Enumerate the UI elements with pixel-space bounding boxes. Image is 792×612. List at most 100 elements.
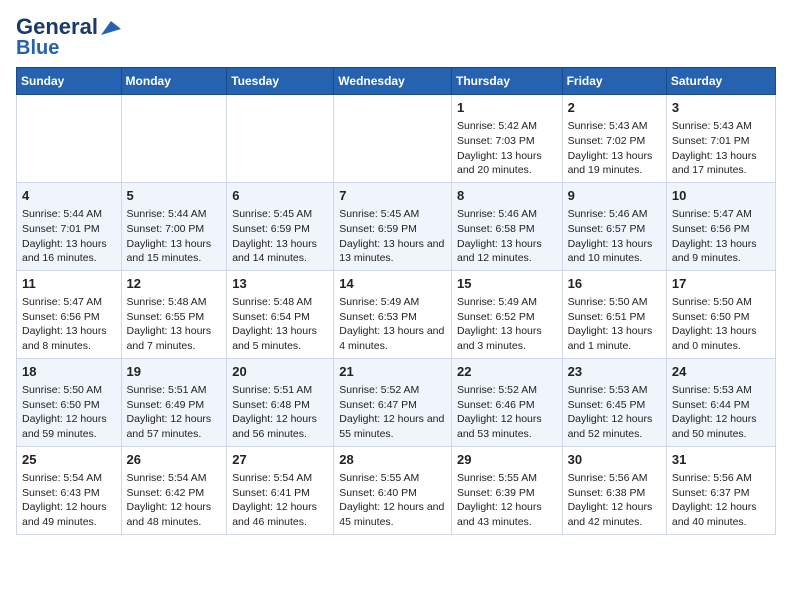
- calendar-cell: 3 Sunrise: 5:43 AM Sunset: 7:01 PM Daylig…: [666, 95, 775, 183]
- calendar-header: SundayMondayTuesdayWednesdayThursdayFrid…: [17, 68, 776, 95]
- day-info: Sunrise: 5:49 AM Sunset: 6:52 PM Dayligh…: [457, 296, 542, 352]
- day-info: Sunrise: 5:50 AM Sunset: 6:50 PM Dayligh…: [22, 384, 107, 440]
- calendar-cell: [17, 95, 122, 183]
- day-info: Sunrise: 5:55 AM Sunset: 6:39 PM Dayligh…: [457, 472, 542, 528]
- day-info: Sunrise: 5:54 AM Sunset: 6:42 PM Dayligh…: [127, 472, 212, 528]
- calendar-cell: 5Sunrise: 5:44 AM Sunset: 7:00 PM Daylig…: [121, 182, 227, 270]
- day-info: Sunrise: 5:48 AM Sunset: 6:55 PM Dayligh…: [127, 296, 212, 352]
- day-number: 29: [457, 451, 557, 469]
- calendar-cell: 20Sunrise: 5:51 AM Sunset: 6:48 PM Dayli…: [227, 358, 334, 446]
- week-row-3: 11 Sunrise: 5:47 AM Sunset: 6:56 PM Dayli…: [17, 270, 776, 358]
- calendar-cell: [227, 95, 334, 183]
- day-number: 21: [339, 363, 446, 381]
- calendar-cell: 2Sunrise: 5:43 AM Sunset: 7:02 PM Daylig…: [562, 95, 666, 183]
- weekday-header-wednesday: Wednesday: [334, 68, 452, 95]
- day-info: Sunrise: 5:48 AM Sunset: 6:54 PM Dayligh…: [232, 296, 317, 352]
- day-number: 31: [672, 451, 770, 469]
- calendar-cell: [121, 95, 227, 183]
- day-info: Sunrise: 5:43 AM Sunset: 7:01 PM Dayligh…: [672, 120, 757, 176]
- day-info: Sunrise: 5:54 AM Sunset: 6:41 PM Dayligh…: [232, 472, 317, 528]
- calendar-cell: 21 Sunrise: 5:52 AM Sunset: 6:47 PM Dayli…: [334, 358, 452, 446]
- calendar-cell: 19Sunrise: 5:51 AM Sunset: 6:49 PM Dayli…: [121, 358, 227, 446]
- day-info: Sunrise: 5:53 AM Sunset: 6:45 PM Dayligh…: [568, 384, 653, 440]
- day-info: Sunrise: 5:44 AM Sunset: 7:00 PM Dayligh…: [127, 208, 212, 264]
- day-info: Sunrise: 5:56 AM Sunset: 6:38 PM Dayligh…: [568, 472, 653, 528]
- calendar-table: SundayMondayTuesdayWednesdayThursdayFrid…: [16, 67, 776, 535]
- calendar-cell: 10 Sunrise: 5:47 AM Sunset: 6:56 PM Dayli…: [666, 182, 775, 270]
- week-row-5: 25 Sunrise: 5:54 AM Sunset: 6:43 PM Dayli…: [17, 446, 776, 534]
- day-number: 8: [457, 187, 557, 205]
- day-info: Sunrise: 5:42 AM Sunset: 7:03 PM Dayligh…: [457, 120, 542, 176]
- calendar-cell: 4Sunrise: 5:44 AM Sunset: 7:01 PM Daylig…: [17, 182, 122, 270]
- week-row-4: 18Sunrise: 5:50 AM Sunset: 6:50 PM Dayli…: [17, 358, 776, 446]
- weekday-header-thursday: Thursday: [451, 68, 562, 95]
- calendar-cell: 27 Sunrise: 5:54 AM Sunset: 6:41 PM Dayli…: [227, 446, 334, 534]
- day-info: Sunrise: 5:53 AM Sunset: 6:44 PM Dayligh…: [672, 384, 757, 440]
- day-number: 25: [22, 451, 116, 469]
- day-info: Sunrise: 5:46 AM Sunset: 6:58 PM Dayligh…: [457, 208, 542, 264]
- day-number: 26: [127, 451, 222, 469]
- calendar-cell: 14 Sunrise: 5:49 AM Sunset: 6:53 PM Dayli…: [334, 270, 452, 358]
- day-number: 1: [457, 99, 557, 117]
- day-info: Sunrise: 5:47 AM Sunset: 6:56 PM Dayligh…: [672, 208, 757, 264]
- day-number: 22: [457, 363, 557, 381]
- day-number: 12: [127, 275, 222, 293]
- day-number: 4: [22, 187, 116, 205]
- calendar-cell: 26 Sunrise: 5:54 AM Sunset: 6:42 PM Dayli…: [121, 446, 227, 534]
- calendar-cell: 16Sunrise: 5:50 AM Sunset: 6:51 PM Dayli…: [562, 270, 666, 358]
- day-number: 19: [127, 363, 222, 381]
- day-info: Sunrise: 5:52 AM Sunset: 6:47 PM Dayligh…: [339, 384, 444, 440]
- calendar-cell: 17Sunrise: 5:50 AM Sunset: 6:50 PM Dayli…: [666, 270, 775, 358]
- day-number: 3: [672, 99, 770, 117]
- calendar-cell: 13 Sunrise: 5:48 AM Sunset: 6:54 PM Dayli…: [227, 270, 334, 358]
- calendar-cell: 7Sunrise: 5:45 AM Sunset: 6:59 PM Daylig…: [334, 182, 452, 270]
- calendar-cell: 25 Sunrise: 5:54 AM Sunset: 6:43 PM Dayli…: [17, 446, 122, 534]
- day-info: Sunrise: 5:52 AM Sunset: 6:46 PM Dayligh…: [457, 384, 542, 440]
- day-number: 14: [339, 275, 446, 293]
- day-number: 11: [22, 275, 116, 293]
- day-info: Sunrise: 5:56 AM Sunset: 6:37 PM Dayligh…: [672, 472, 757, 528]
- weekday-header-tuesday: Tuesday: [227, 68, 334, 95]
- day-number: 6: [232, 187, 328, 205]
- day-info: Sunrise: 5:54 AM Sunset: 6:43 PM Dayligh…: [22, 472, 107, 528]
- calendar-cell: 23 Sunrise: 5:53 AM Sunset: 6:45 PM Dayli…: [562, 358, 666, 446]
- calendar-cell: 6 Sunrise: 5:45 AM Sunset: 6:59 PM Daylig…: [227, 182, 334, 270]
- day-info: Sunrise: 5:46 AM Sunset: 6:57 PM Dayligh…: [568, 208, 653, 264]
- calendar-body: 1 Sunrise: 5:42 AM Sunset: 7:03 PM Daylig…: [17, 95, 776, 535]
- day-number: 24: [672, 363, 770, 381]
- calendar-cell: 12 Sunrise: 5:48 AM Sunset: 6:55 PM Dayli…: [121, 270, 227, 358]
- logo-icon: [99, 19, 121, 37]
- calendar-cell: 29 Sunrise: 5:55 AM Sunset: 6:39 PM Dayli…: [451, 446, 562, 534]
- weekday-header-row: SundayMondayTuesdayWednesdayThursdayFrid…: [17, 68, 776, 95]
- calendar-cell: 18Sunrise: 5:50 AM Sunset: 6:50 PM Dayli…: [17, 358, 122, 446]
- logo-blue-text: Blue: [16, 37, 59, 59]
- day-number: 2: [568, 99, 661, 117]
- day-number: 20: [232, 363, 328, 381]
- calendar-cell: 28 Sunrise: 5:55 AM Sunset: 6:40 PM Dayli…: [334, 446, 452, 534]
- weekday-header-sunday: Sunday: [17, 68, 122, 95]
- week-row-1: 1 Sunrise: 5:42 AM Sunset: 7:03 PM Daylig…: [17, 95, 776, 183]
- day-number: 23: [568, 363, 661, 381]
- logo: General Blue: [16, 16, 121, 59]
- calendar-cell: 1 Sunrise: 5:42 AM Sunset: 7:03 PM Daylig…: [451, 95, 562, 183]
- weekday-header-monday: Monday: [121, 68, 227, 95]
- day-info: Sunrise: 5:55 AM Sunset: 6:40 PM Dayligh…: [339, 472, 444, 528]
- day-number: 9: [568, 187, 661, 205]
- calendar-cell: 8 Sunrise: 5:46 AM Sunset: 6:58 PM Daylig…: [451, 182, 562, 270]
- day-info: Sunrise: 5:45 AM Sunset: 6:59 PM Dayligh…: [232, 208, 317, 264]
- day-number: 13: [232, 275, 328, 293]
- day-number: 27: [232, 451, 328, 469]
- day-number: 28: [339, 451, 446, 469]
- calendar-cell: 30Sunrise: 5:56 AM Sunset: 6:38 PM Dayli…: [562, 446, 666, 534]
- week-row-2: 4Sunrise: 5:44 AM Sunset: 7:01 PM Daylig…: [17, 182, 776, 270]
- calendar-cell: 31 Sunrise: 5:56 AM Sunset: 6:37 PM Dayli…: [666, 446, 775, 534]
- calendar-cell: [334, 95, 452, 183]
- day-number: 10: [672, 187, 770, 205]
- day-info: Sunrise: 5:47 AM Sunset: 6:56 PM Dayligh…: [22, 296, 107, 352]
- day-info: Sunrise: 5:49 AM Sunset: 6:53 PM Dayligh…: [339, 296, 444, 352]
- calendar-cell: 24 Sunrise: 5:53 AM Sunset: 6:44 PM Dayli…: [666, 358, 775, 446]
- day-number: 7: [339, 187, 446, 205]
- weekday-header-friday: Friday: [562, 68, 666, 95]
- day-info: Sunrise: 5:50 AM Sunset: 6:50 PM Dayligh…: [672, 296, 757, 352]
- logo-text: General: [16, 16, 121, 38]
